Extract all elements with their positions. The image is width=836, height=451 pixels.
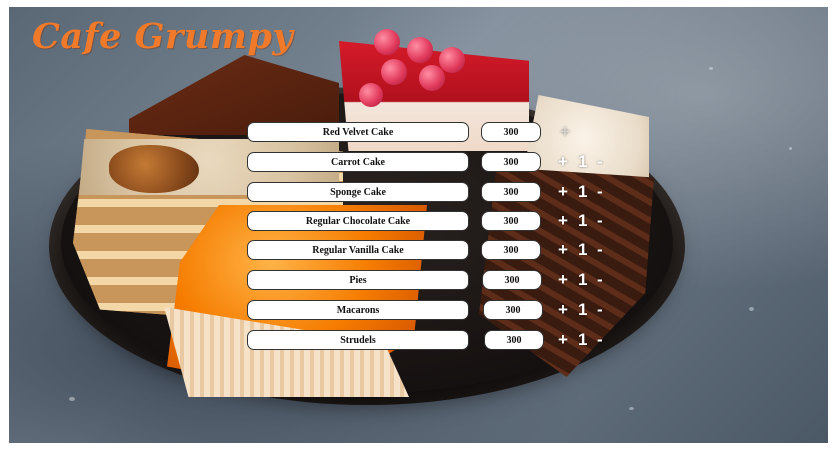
item-name[interactable]: Carrot Cake [247,152,469,172]
quantity: 1 [578,211,588,230]
raspberry [419,65,445,91]
plus-button[interactable]: + [558,330,568,350]
item-name[interactable]: Sponge Cake [247,182,469,202]
item-price: 300 [482,270,542,290]
item-price: 300 [481,211,541,231]
raspberry [439,47,465,73]
item-name[interactable]: Strudels [247,330,469,350]
minus-button[interactable]: - [597,211,603,231]
item-name[interactable]: Regular Vanilla Cake [247,240,469,260]
minus-button[interactable]: - [597,152,603,172]
minus-button[interactable]: - [597,300,603,320]
raspberry [381,59,407,85]
plus-button[interactable]: + [558,182,568,202]
brand-title: Cafe Grumpy [32,16,294,57]
background-speck [69,397,75,401]
minus-button[interactable]: - [597,240,603,260]
walnut-topping [109,145,199,193]
item-price: 300 [484,330,544,350]
background-speck [789,147,792,150]
background-speck [749,307,754,311]
minus-button[interactable]: - [597,270,603,290]
raspberry [359,83,383,107]
raspberry [407,37,433,63]
item-name[interactable]: Macarons [247,300,469,320]
item-name[interactable]: Pies [247,270,469,290]
quantity: 1 [578,270,588,289]
quantity: 1 [578,152,588,171]
raspberry [374,29,400,55]
item-price: 300 [481,152,541,172]
plus-button[interactable]: + [558,240,568,260]
quantity: 1 [578,182,588,201]
plus-button[interactable]: + [558,270,568,290]
minus-button[interactable]: - [597,182,603,202]
item-price: 300 [481,240,541,260]
quantity: 1 [578,330,588,349]
plus-button[interactable]: + [558,300,568,320]
minus-button[interactable]: - [597,330,603,350]
item-price: 300 [481,122,541,142]
item-name[interactable]: Red Velvet Cake [247,122,469,142]
item-name[interactable]: Regular Chocolate Cake [247,211,469,231]
background-speck [709,67,713,70]
item-price: 300 [481,182,541,202]
plus-button[interactable]: + [558,152,568,172]
quantity: 1 [578,300,588,319]
item-price: 300 [483,300,543,320]
quantity: 1 [578,240,588,259]
plus-button[interactable]: + [560,122,570,142]
background-speck [629,407,634,410]
plus-button[interactable]: + [558,211,568,231]
